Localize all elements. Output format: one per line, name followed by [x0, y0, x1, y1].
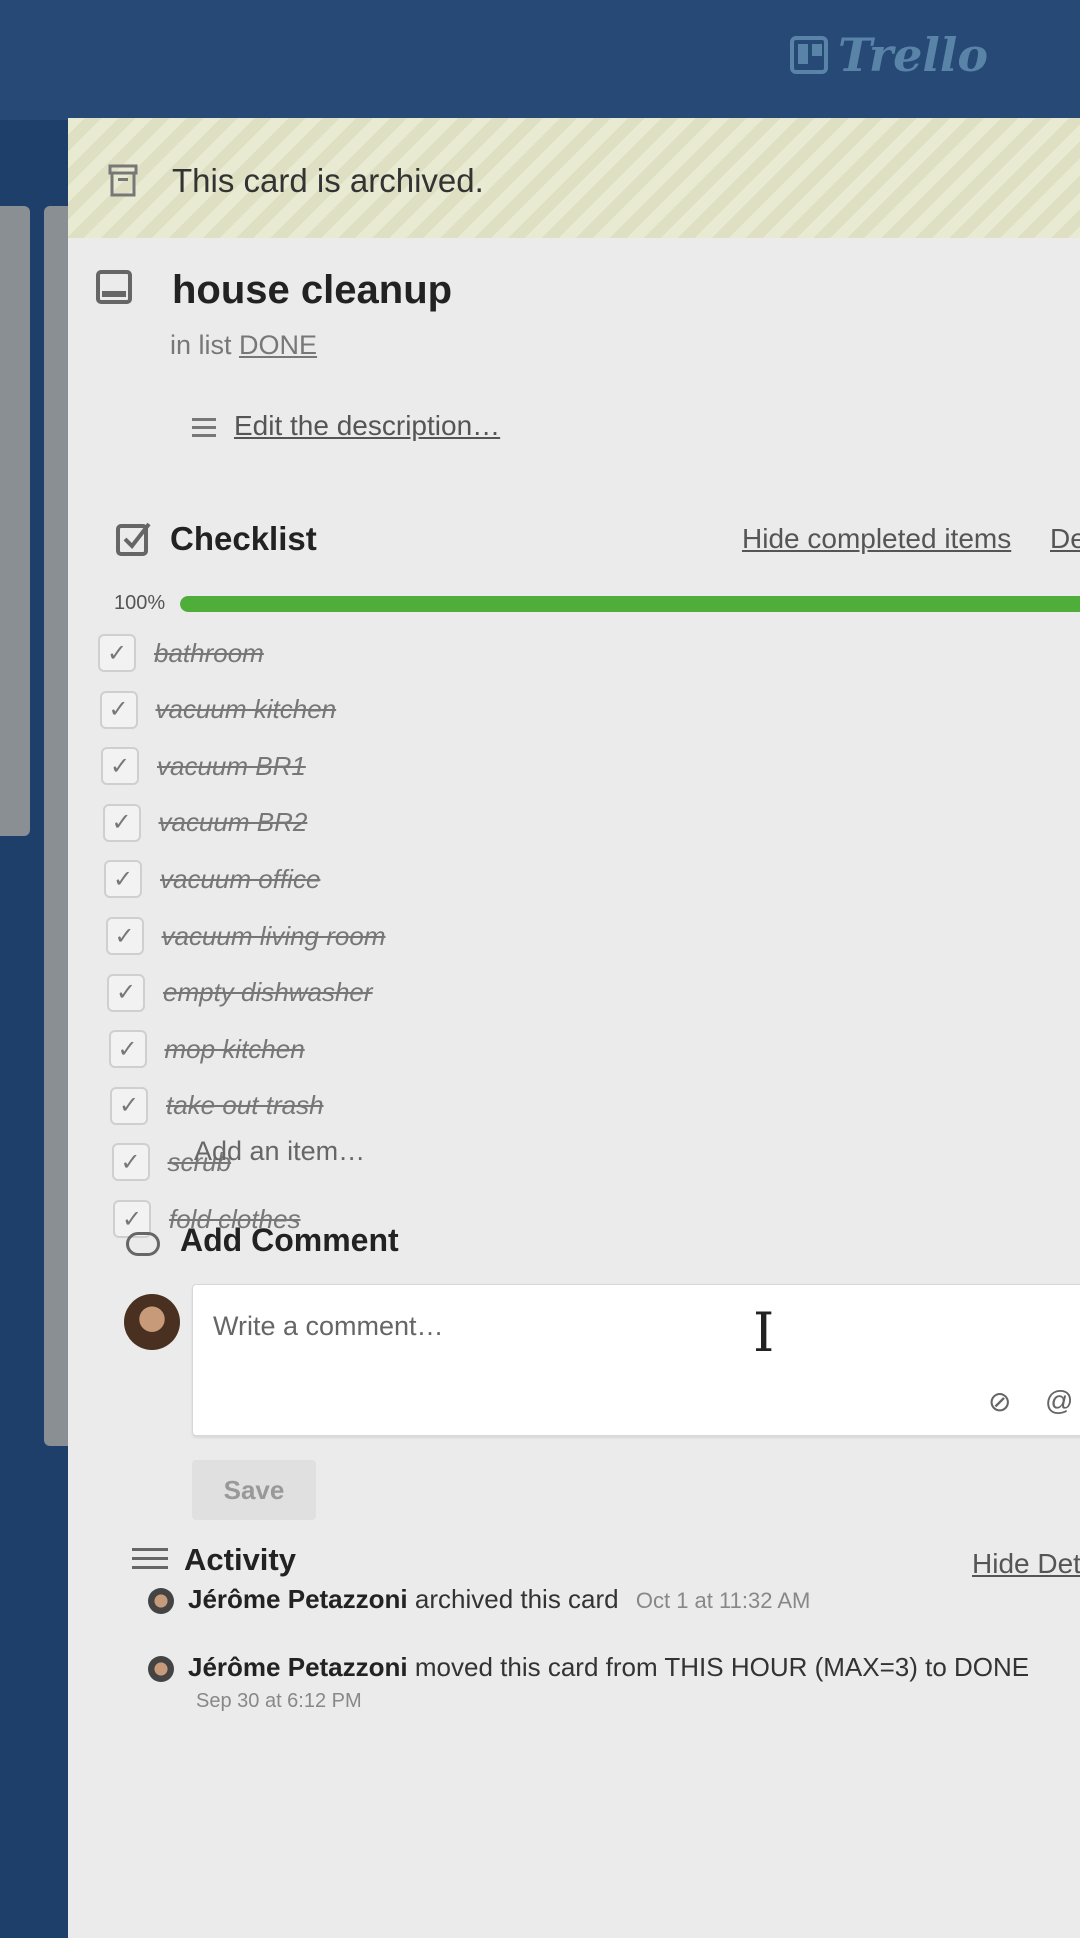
checkbox[interactable]: ✓: [108, 1030, 147, 1069]
checklist-item[interactable]: ✓ vacuum BR2: [102, 802, 308, 844]
checklist-item[interactable]: ✓ vacuum office: [104, 858, 320, 900]
add-item-link[interactable]: Add an item…: [194, 1136, 365, 1167]
checkbox[interactable]: ✓: [104, 860, 142, 899]
activity-avatar[interactable]: [148, 1588, 174, 1615]
activity-time[interactable]: Sep 30 at 6:12 PM: [196, 1690, 362, 1713]
checkbox[interactable]: ✓: [105, 917, 144, 955]
description-icon: [192, 418, 216, 442]
checklist-item[interactable]: ✓ vacuum BR1: [101, 745, 306, 787]
checklist-item[interactable]: ✓ take out trash: [110, 1085, 324, 1127]
checkbox[interactable]: ✓: [99, 690, 138, 729]
checklist-item-label[interactable]: take out trash: [166, 1090, 324, 1121]
save-button[interactable]: Save: [192, 1460, 316, 1520]
card-list-info: in list DONE: [170, 330, 317, 361]
activity-time[interactable]: Oct 1 at 11:32 AM: [636, 1588, 810, 1613]
activity-icon: [132, 1548, 168, 1575]
activity-entry: Jérôme Petazzoni moved this card from TH…: [148, 1652, 1029, 1683]
hide-details-link[interactable]: Hide Det: [972, 1548, 1080, 1580]
comment-placeholder: Write a comment…: [213, 1311, 444, 1341]
list-name-link[interactable]: DONE: [239, 330, 317, 360]
board-list-left[interactable]: [0, 206, 30, 836]
trello-board-icon: [790, 36, 828, 74]
checkbox[interactable]: ✓: [102, 803, 141, 842]
activity-avatar[interactable]: [148, 1656, 174, 1683]
text-cursor-icon: I: [753, 1301, 775, 1364]
avatar[interactable]: [124, 1294, 180, 1350]
hide-completed-link[interactable]: Hide completed items: [742, 523, 1011, 555]
activity-action: moved this card from THIS HOUR (MAX=3) t…: [414, 1652, 1030, 1682]
archived-banner: This card is archived.: [68, 118, 1080, 238]
comment-input[interactable]: Write a comment… I ⊘ @ ☺: [192, 1284, 1080, 1436]
archived-text: This card is archived.: [172, 162, 484, 199]
checklist-item-label[interactable]: vacuum living room: [162, 921, 386, 952]
card-detail-modal: This card is archived. house cleanup in …: [68, 118, 1080, 1938]
mention-icon[interactable]: @: [1045, 1385, 1073, 1417]
checklist-item-label[interactable]: mop kitchen: [165, 1034, 305, 1065]
checklist-item-label[interactable]: vacuum kitchen: [156, 694, 337, 725]
activity-title: Activity: [184, 1542, 296, 1577]
checklist-item-label[interactable]: vacuum BR1: [157, 751, 306, 782]
logo-text: Trello: [838, 28, 989, 82]
edit-description-link[interactable]: Edit the description…: [234, 410, 500, 442]
checkbox[interactable]: ✓: [110, 1086, 148, 1125]
checklist-title[interactable]: Checklist: [170, 520, 317, 558]
checkbox[interactable]: ✓: [98, 634, 136, 672]
checkbox[interactable]: ✓: [107, 973, 145, 1012]
checklist-item[interactable]: ✓ empty dishwasher: [107, 972, 373, 1014]
checkbox[interactable]: ✓: [111, 1143, 150, 1182]
card-title[interactable]: house cleanup: [172, 268, 452, 313]
checklist-icon: [116, 522, 151, 556]
checklist-progress-bar: [180, 596, 1080, 612]
checklist-item[interactable]: ✓ vacuum kitchen: [99, 689, 337, 731]
checklist-item[interactable]: ✓ mop kitchen: [108, 1028, 305, 1070]
activity-user[interactable]: Jérôme Petazzoni: [188, 1652, 408, 1682]
checklist-item-label[interactable]: vacuum BR2: [159, 807, 308, 838]
delete-checklist-link[interactable]: De: [1050, 523, 1080, 555]
activity-entry: Jérôme Petazzoni archived this card Oct …: [148, 1584, 810, 1615]
in-list-prefix: in list: [170, 330, 232, 360]
checklist-progress-fill: [180, 596, 1080, 612]
trello-logo[interactable]: Trello: [790, 28, 988, 82]
comment-icon: [126, 1232, 160, 1256]
attachment-icon[interactable]: ⊘: [988, 1385, 1011, 1418]
activity-user[interactable]: Jérôme Petazzoni: [188, 1584, 408, 1614]
add-comment-title: Add Comment: [180, 1222, 399, 1258]
checklist-item-label[interactable]: vacuum office: [160, 864, 320, 895]
card-icon: [96, 270, 132, 304]
checklist-item[interactable]: ✓ vacuum living room: [105, 915, 386, 957]
board-header: Trello: [0, 0, 1080, 120]
checklist-item[interactable]: ✓ bathroom: [98, 632, 264, 674]
activity-action: archived this card: [414, 1584, 619, 1614]
checklist-item-label[interactable]: empty dishwasher: [163, 977, 373, 1008]
checklist-item-label[interactable]: bathroom: [154, 638, 264, 669]
archive-icon: [108, 164, 138, 197]
checklist-percent: 100%: [114, 592, 166, 614]
checkbox[interactable]: ✓: [101, 747, 139, 786]
